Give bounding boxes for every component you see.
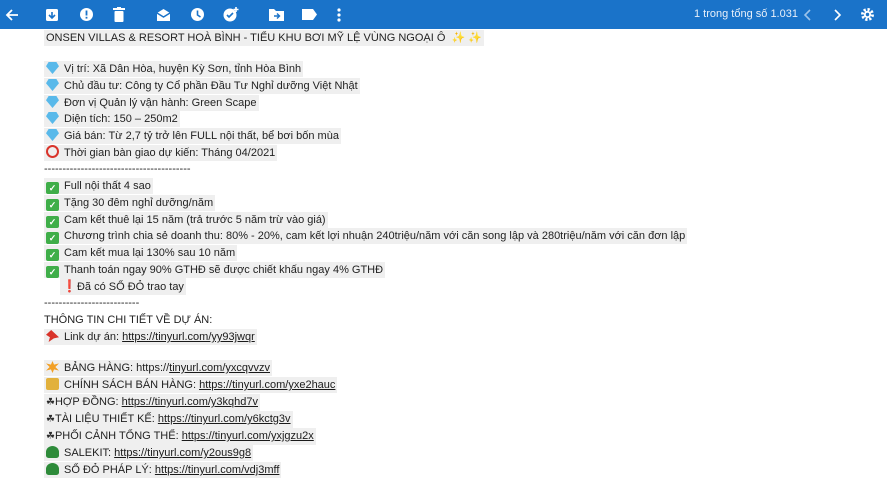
- email-title-line: ONSEN VILLAS & RESORT HOÀ BÌNH - TIỂU KH…: [44, 30, 484, 46]
- sparkles-icon: ✨ ✨: [448, 32, 482, 44]
- settings-icon[interactable]: [859, 0, 875, 29]
- check-mark-icon: ✓: [46, 216, 59, 228]
- tree-icon: [46, 446, 59, 458]
- check-mark-icon: ✓: [46, 199, 59, 211]
- collision-icon: [46, 361, 59, 373]
- benefit-line: ✓ Chương trình chia sẻ doanh thu: 80% - 2…: [44, 228, 688, 244]
- pushpin-icon: [46, 330, 59, 342]
- message-count: 1 trong tổng số 1.031: [694, 8, 798, 20]
- link-line: SALEKIT: https://tinyurl.com/y2ous9g8: [44, 445, 254, 461]
- next-icon[interactable]: [831, 0, 845, 29]
- toolbar: 1 trong tổng số 1.031: [0, 0, 887, 29]
- prev-icon[interactable]: [800, 0, 814, 29]
- email-title: ONSEN VILLAS & RESORT HOÀ BÌNH - TIỂU KH…: [46, 32, 446, 44]
- info-line: Giá bán: Từ 2,7 tỷ trở lên FULL nội thất…: [44, 128, 341, 144]
- info-line: Diện tích: 150 – 250m2: [44, 111, 180, 127]
- link-line: ☘TÀI LIỆU THIẾT KẾ: https://tinyurl.com/…: [44, 411, 293, 428]
- check-mark-icon: ✓: [46, 182, 59, 194]
- report-spam-icon[interactable]: [78, 0, 94, 29]
- move-to-icon[interactable]: [268, 0, 284, 29]
- salekit-link[interactable]: https://tinyurl.com/y2ous9g8: [114, 447, 251, 459]
- details-heading: THÔNG TIN CHI TIẾT VỀ DỰ ÁN:: [44, 314, 213, 326]
- alarm-clock-icon: [46, 145, 59, 158]
- shamrock-icon: ☘: [46, 397, 55, 408]
- legal-docs-link[interactable]: https://tinyurl.com/vdj3mff: [155, 464, 280, 476]
- diamond-icon: [46, 62, 59, 74]
- add-task-icon[interactable]: [222, 0, 239, 29]
- back-arrow-icon[interactable]: [4, 0, 20, 29]
- tree-icon: [46, 463, 59, 475]
- diamond-icon: [46, 96, 59, 108]
- link-line: SỔ ĐỎ PHÁP LÝ: https://tinyurl.com/vdj3m…: [44, 462, 282, 478]
- diamond-icon: [46, 112, 59, 124]
- info-line: Đơn vị Quản lý vận hành: Green Scape: [44, 95, 259, 111]
- benefit-line: ✓ Cam kết thuê lại 15 năm (trả trước 5 nă…: [44, 212, 328, 228]
- diamond-icon: [46, 129, 59, 141]
- link-line: ☘PHỐI CẢNH TỔNG THỂ: https://tinyurl.com…: [44, 428, 316, 445]
- contract-link[interactable]: https://tinyurl.com/y3kqhd7v: [122, 396, 258, 408]
- info-line: Vị trí: Xã Dân Hòa, huyện Kỳ Sơn, tỉnh H…: [44, 61, 304, 77]
- project-link[interactable]: https://tinyurl.com/yy93jwqr: [122, 331, 255, 343]
- benefit-line: ❗Đã có SỔ ĐỎ trao tay: [60, 278, 186, 295]
- link-line: ☘HỢP ĐỒNG: https://tinyurl.com/y3kqhd7v: [44, 394, 260, 411]
- sales-policy-link[interactable]: https://tinyurl.com/yxe2hauc: [199, 379, 335, 391]
- archive-icon[interactable]: [44, 0, 60, 29]
- info-line: Chủ đầu tư: Công ty Cổ phần Đầu Tư Nghỉ …: [44, 78, 360, 94]
- benefit-line: ✓ Full nội thất 4 sao: [44, 178, 153, 194]
- shamrock-icon: ☘: [46, 414, 55, 425]
- price-list-link[interactable]: tinyurl.com/yxcqvvzv: [169, 362, 270, 374]
- check-mark-icon: ✓: [46, 249, 59, 261]
- check-mark-icon: ✓: [46, 266, 59, 278]
- project-link-line: Link dự án: https://tinyurl.com/yy93jwqr: [44, 329, 257, 345]
- label-icon[interactable]: [301, 0, 317, 29]
- check-mark-icon: ✓: [46, 232, 59, 244]
- info-line: Thời gian bàn giao dự kiến: Tháng 04/202…: [44, 145, 278, 161]
- link-line: BẢNG HÀNG: https://tinyurl.com/yxcqvvzv: [44, 360, 272, 376]
- divider: --------------------------: [44, 297, 140, 309]
- mark-unread-icon[interactable]: [155, 0, 171, 29]
- benefit-line: ✓ Thanh toán ngay 90% GTHĐ sẽ được chiết …: [44, 262, 386, 278]
- benefit-line: ✓ Tặng 30 đêm nghỉ dưỡng/năm: [44, 195, 216, 211]
- diamond-icon: [46, 79, 59, 91]
- exclamation-icon: ❗: [62, 279, 77, 293]
- benefit-line: ✓ Cam kết mua lại 130% sau 10 năm: [44, 245, 238, 261]
- link-line: CHÍNH SÁCH BÁN HÀNG: https://tinyurl.com…: [44, 377, 338, 393]
- shamrock-icon: ☘: [46, 431, 55, 442]
- delete-icon[interactable]: [111, 0, 127, 29]
- email-body: ONSEN VILLAS & RESORT HOÀ BÌNH - TIỂU KH…: [0, 29, 887, 483]
- more-icon[interactable]: [334, 0, 344, 29]
- perspective-link[interactable]: https://tinyurl.com/yxjgzu2x: [182, 430, 314, 442]
- lock-key-icon: [46, 378, 59, 390]
- divider: ----------------------------------------: [44, 163, 191, 175]
- design-docs-link[interactable]: https://tinyurl.com/y6kctg3v: [158, 413, 291, 425]
- snooze-icon[interactable]: [189, 0, 205, 29]
